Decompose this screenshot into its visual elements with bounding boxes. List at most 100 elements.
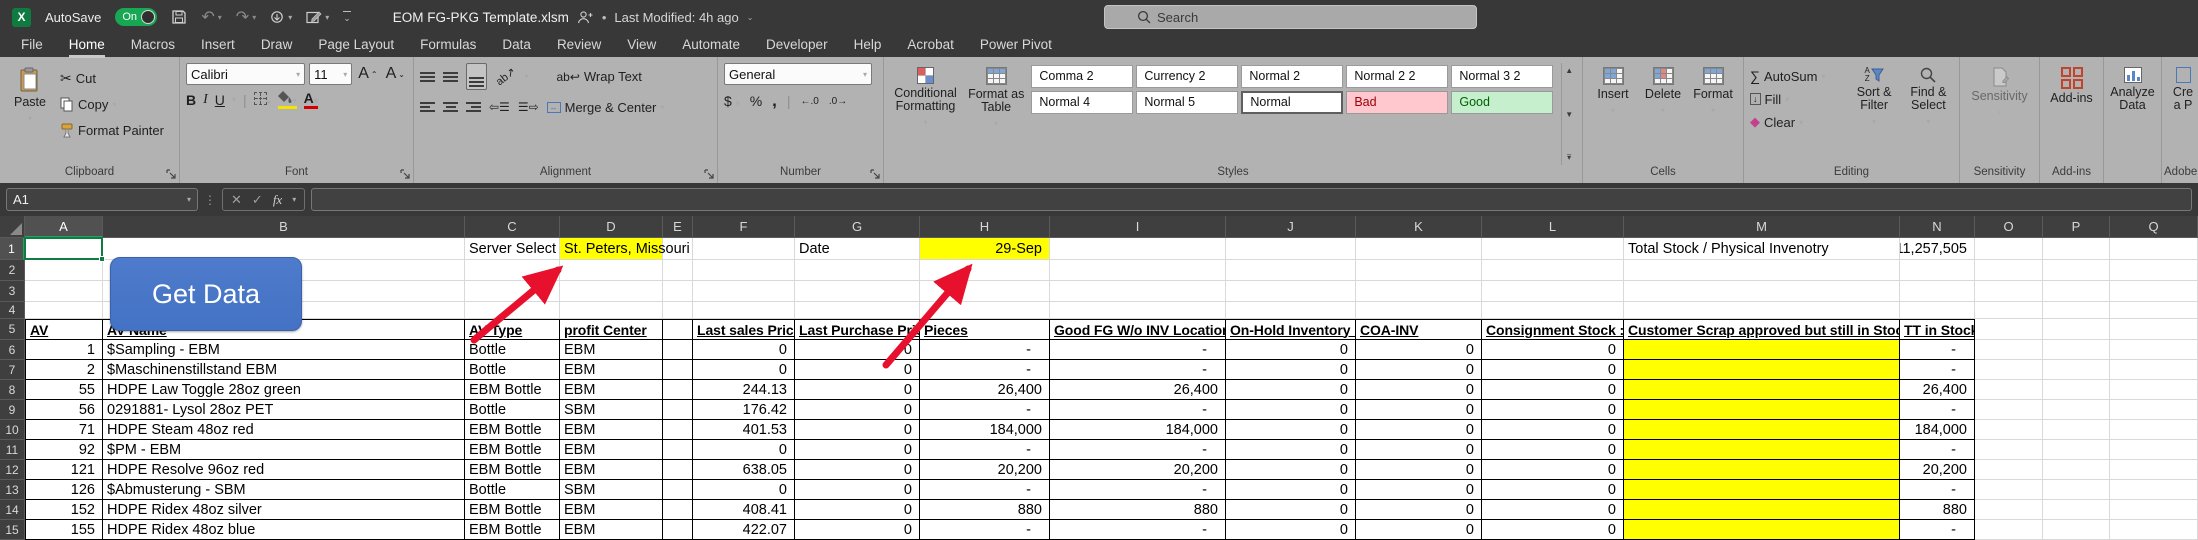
cell-J4[interactable] — [1226, 302, 1356, 319]
name-box[interactable]: A1 ▾ — [6, 188, 198, 211]
insert-function-icon[interactable]: fx — [273, 192, 282, 208]
tab-formulas[interactable]: Formulas — [407, 35, 489, 57]
cell-A4[interactable] — [25, 302, 103, 319]
cell-A15[interactable]: 155 — [25, 520, 103, 540]
cell-E8[interactable] — [663, 380, 693, 400]
column-header-E[interactable]: E — [663, 216, 693, 238]
tab-developer[interactable]: Developer — [753, 35, 841, 57]
cell-O5[interactable] — [1975, 319, 2043, 340]
cell-O6[interactable] — [1975, 340, 2043, 360]
cell-F12[interactable]: 638.05 — [693, 460, 795, 480]
row-header-11[interactable]: 11 — [0, 440, 25, 460]
cell-K10[interactable]: 0 — [1356, 420, 1482, 440]
cell-L1[interactable] — [1482, 238, 1624, 260]
cell-N4[interactable] — [1900, 302, 1975, 319]
cell-C15[interactable]: EBM Bottle — [465, 520, 560, 540]
cell-D12[interactable]: EBM — [560, 460, 663, 480]
quick-access-customize-button[interactable]: ⌄ — [343, 11, 351, 24]
cell-Q5[interactable] — [2110, 319, 2198, 340]
tab-review[interactable]: Review — [544, 35, 614, 57]
cell-F15[interactable]: 422.07 — [693, 520, 795, 540]
cell-P13[interactable] — [2043, 480, 2110, 500]
redo-button[interactable]: ↷▾ — [236, 7, 256, 27]
cell-B11[interactable]: $PM - EBM — [103, 440, 465, 460]
cell-J10[interactable]: 0 — [1226, 420, 1356, 440]
column-header-K[interactable]: K — [1356, 216, 1482, 238]
cell-H14[interactable]: 880 — [920, 500, 1050, 520]
cell-K2[interactable] — [1356, 260, 1482, 281]
confirm-entry-icon[interactable]: ✓ — [252, 192, 263, 208]
cell-Q2[interactable] — [2110, 260, 2198, 281]
cell-M10[interactable] — [1624, 420, 1900, 440]
cell-N11[interactable]: - — [1900, 440, 1975, 460]
cell-L15[interactable]: 0 — [1482, 520, 1624, 540]
cell-A11[interactable]: 92 — [25, 440, 103, 460]
cell-N2[interactable] — [1900, 260, 1975, 281]
cell-G1[interactable]: Date — [795, 238, 920, 260]
last-modified-label[interactable]: Last Modified: 4h ago — [614, 10, 738, 25]
cell-F1[interactable] — [693, 238, 795, 260]
cell-K4[interactable] — [1356, 302, 1482, 319]
cell-E15[interactable] — [663, 520, 693, 540]
cell-F4[interactable] — [693, 302, 795, 319]
cell-B6[interactable]: $Sampling - EBM — [103, 340, 465, 360]
cell-A12[interactable]: 121 — [25, 460, 103, 480]
cell-H7[interactable]: - — [920, 360, 1050, 380]
cell-H15[interactable]: - — [920, 520, 1050, 540]
cell-H6[interactable]: - — [920, 340, 1050, 360]
column-header-H[interactable]: H — [920, 216, 1050, 238]
cell-F9[interactable]: 176.42 — [693, 400, 795, 420]
column-header-J[interactable]: J — [1226, 216, 1356, 238]
cell-P11[interactable] — [2043, 440, 2110, 460]
tab-acrobat[interactable]: Acrobat — [894, 35, 967, 57]
increase-decimal-button[interactable]: ←.0 — [801, 96, 819, 107]
cell-A5[interactable]: AV — [25, 319, 103, 340]
font-color-button[interactable]: A▾ — [304, 90, 318, 109]
cell-I15[interactable]: - — [1050, 520, 1226, 540]
style-normal-2[interactable]: Normal 2 — [1241, 65, 1343, 88]
cell-M3[interactable] — [1624, 281, 1900, 302]
cell-N15[interactable]: - — [1900, 520, 1975, 540]
column-header-L[interactable]: L — [1482, 216, 1624, 238]
font-name-select[interactable]: Calibri▾ — [186, 63, 305, 85]
percent-style-button[interactable]: % — [750, 93, 762, 109]
column-header-O[interactable]: O — [1975, 216, 2043, 238]
cell-O8[interactable] — [1975, 380, 2043, 400]
clipboard-dialog-launcher-icon[interactable] — [166, 169, 176, 179]
tab-page-layout[interactable]: Page Layout — [305, 35, 407, 57]
style-normal-2-2[interactable]: Normal 2 2 — [1346, 65, 1448, 88]
cell-M8[interactable] — [1624, 380, 1900, 400]
cell-A14[interactable]: 152 — [25, 500, 103, 520]
column-header-G[interactable]: G — [795, 216, 920, 238]
cell-M2[interactable] — [1624, 260, 1900, 281]
cell-F3[interactable] — [693, 281, 795, 302]
cell-P7[interactable] — [2043, 360, 2110, 380]
cell-P9[interactable] — [2043, 400, 2110, 420]
cell-M6[interactable] — [1624, 340, 1900, 360]
cell-Q9[interactable] — [2110, 400, 2198, 420]
row-header-6[interactable]: 6 — [0, 340, 25, 360]
cell-C3[interactable] — [465, 281, 560, 302]
cell-G5[interactable]: Last Purchase Price — [795, 319, 920, 340]
cell-K1[interactable] — [1356, 238, 1482, 260]
cell-D1[interactable]: St. Peters, Missouri — [560, 238, 663, 260]
cell-D8[interactable]: EBM — [560, 380, 663, 400]
ink-editor-button[interactable]: ▾ — [306, 10, 329, 25]
gallery-more-icon[interactable]: ▾̅ — [1567, 153, 1571, 162]
cell-N12[interactable]: 20,200 — [1900, 460, 1975, 480]
cell-J9[interactable]: 0 — [1226, 400, 1356, 420]
cell-P12[interactable] — [2043, 460, 2110, 480]
style-good[interactable]: Good — [1451, 91, 1553, 114]
cell-L13[interactable]: 0 — [1482, 480, 1624, 500]
row-header-4[interactable]: 4 — [0, 302, 25, 319]
column-header-M[interactable]: M — [1624, 216, 1900, 238]
cell-M15[interactable] — [1624, 520, 1900, 540]
cell-M1[interactable]: Total Stock / Physical Invenotry — [1624, 238, 1900, 260]
cell-K13[interactable]: 0 — [1356, 480, 1482, 500]
row-header-15[interactable]: 15 — [0, 520, 25, 540]
row-header-12[interactable]: 12 — [0, 460, 25, 480]
bold-button[interactable]: B — [186, 92, 196, 108]
undo-button[interactable]: ↶▾ — [201, 7, 221, 27]
cancel-entry-icon[interactable]: ✕ — [231, 192, 242, 208]
cell-N1[interactable]: 11,257,505 — [1900, 238, 1975, 260]
